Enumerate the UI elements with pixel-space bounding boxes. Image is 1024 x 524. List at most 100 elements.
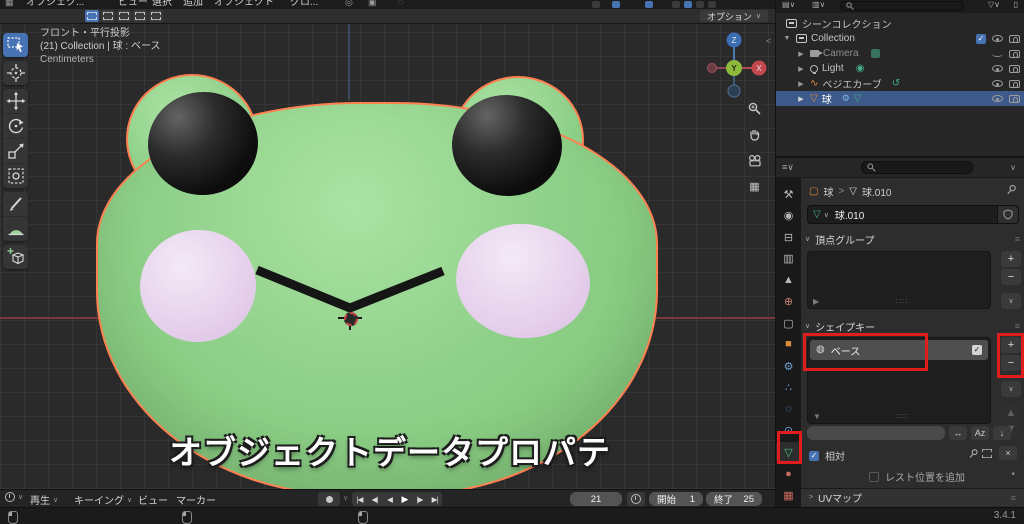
tab-collection[interactable]: ▢ bbox=[776, 313, 801, 333]
chevron-down-icon[interactable]: ∨ bbox=[343, 494, 348, 502]
shape-key-value-slider[interactable] bbox=[807, 426, 945, 440]
add-vertex-group-button[interactable]: + bbox=[1001, 251, 1021, 267]
render-visibility-icon[interactable] bbox=[1009, 50, 1020, 58]
shading-rendered-icon[interactable] bbox=[708, 1, 716, 8]
shading-wireframe-icon[interactable] bbox=[672, 1, 680, 8]
editor-type-icon[interactable]: ▤∨ bbox=[782, 0, 795, 9]
eye-visibility-icon[interactable] bbox=[992, 65, 1003, 72]
3d-viewport[interactable]: フロント・平行投影 (21) Collection | 球 : ベース Cent… bbox=[0, 24, 775, 489]
relative-checkbox[interactable]: ✓ bbox=[809, 451, 819, 461]
snap-magnet-icon[interactable]: ▣ bbox=[368, 0, 377, 8]
collection-checkbox[interactable]: ✓ bbox=[976, 34, 986, 44]
outliner-row-light[interactable]: ▶ Light ◉ bbox=[776, 61, 1024, 76]
tool-annotate[interactable] bbox=[3, 192, 28, 217]
tab-physics[interactable]: ◌ bbox=[776, 399, 801, 419]
gizmo-minus-z-axis[interactable] bbox=[728, 85, 740, 97]
outliner-search-input[interactable] bbox=[840, 1, 964, 11]
filter-expand-icon[interactable]: ▶ bbox=[813, 297, 819, 306]
outliner-row-sphere[interactable]: ▶ ▽ 球 ⚙ ▽ bbox=[776, 91, 1024, 106]
editor-type-icon[interactable]: ▦ bbox=[5, 0, 14, 8]
prev-keyframe-button[interactable]: ◀| bbox=[367, 495, 382, 504]
eye-visibility-icon[interactable] bbox=[992, 35, 1003, 42]
shape-key-specials-button[interactable]: ∨ bbox=[1001, 381, 1021, 397]
show-overlays-icon[interactable] bbox=[645, 1, 653, 8]
blend-range-button[interactable]: ↔ bbox=[949, 426, 967, 440]
vertex-groups-panel-header[interactable]: ∨ 頂点グループ ≡ bbox=[805, 232, 1021, 246]
breadcrumb-data[interactable]: 球.010 bbox=[862, 184, 891, 199]
render-visibility-icon[interactable] bbox=[1009, 65, 1020, 73]
filter-icon[interactable]: ▽∨ bbox=[988, 0, 1000, 9]
tool-move[interactable] bbox=[3, 89, 28, 114]
tab-particles[interactable]: ∴ bbox=[776, 377, 801, 397]
collapse-region-icon[interactable]: < bbox=[766, 36, 771, 46]
mode-select[interactable]: オブジェク... bbox=[26, 0, 84, 9]
display-mode-icon[interactable]: ▥∨ bbox=[812, 0, 825, 9]
resize-grip-icon[interactable]: ∷∷ bbox=[897, 412, 909, 421]
menu-object[interactable]: オブジェクト bbox=[214, 0, 274, 9]
current-frame-field[interactable]: 21 bbox=[570, 492, 622, 506]
jump-to-end-button[interactable]: ▶| bbox=[427, 495, 442, 504]
tool-scale[interactable] bbox=[3, 139, 28, 164]
menu-add[interactable]: 追加 bbox=[183, 0, 203, 9]
tool-transform[interactable] bbox=[3, 164, 28, 188]
outliner-row-bezier-curve[interactable]: ▶ ∿ ベジエカーブ ↺ bbox=[776, 76, 1024, 91]
zoom-button[interactable] bbox=[744, 98, 765, 119]
proportional-edit-icon[interactable]: ◌ bbox=[398, 0, 403, 7]
outliner-row-camera[interactable]: ▶ Camera bbox=[776, 46, 1024, 61]
shape-keys-panel-header[interactable]: ∨ シェイプキー ≡ bbox=[805, 319, 1021, 333]
panel-grip-icon[interactable]: ≡ bbox=[1011, 493, 1017, 503]
select-mode-extend[interactable] bbox=[101, 10, 115, 22]
menu-marker[interactable]: マーカー bbox=[176, 492, 216, 507]
vertex-group-mask-icon[interactable] bbox=[982, 449, 992, 458]
play-button[interactable]: ▶ bbox=[397, 494, 412, 505]
tab-material[interactable]: ● bbox=[776, 464, 801, 484]
tool-select-box[interactable] bbox=[3, 33, 28, 57]
expand-arrow-icon[interactable]: ▼ bbox=[782, 35, 792, 42]
tool-add-cube[interactable] bbox=[3, 245, 28, 269]
expand-arrow-icon[interactable]: ▶ bbox=[796, 50, 806, 58]
navigation-gizmo[interactable]: Z X Y bbox=[704, 28, 768, 98]
clear-shape-keys-button[interactable]: × bbox=[999, 446, 1017, 460]
panel-grip-icon[interactable]: ≡ bbox=[1015, 321, 1021, 331]
resize-grip-icon[interactable]: ∷∷ bbox=[896, 297, 908, 306]
move-shape-key-up-button[interactable]: ▲ bbox=[1001, 405, 1021, 421]
decorator-dot-icon[interactable]: • bbox=[1011, 469, 1015, 480]
jump-to-start-button[interactable]: |◀ bbox=[352, 495, 367, 504]
breadcrumb-object[interactable]: 球 bbox=[823, 184, 833, 199]
properties-search-input[interactable] bbox=[861, 161, 973, 174]
sort-alphabetical-button[interactable]: Az bbox=[971, 426, 989, 440]
eye-closed-icon[interactable] bbox=[992, 51, 1003, 57]
next-keyframe-button[interactable]: |▶ bbox=[412, 495, 427, 504]
tab-modifiers[interactable]: ⚙ bbox=[776, 356, 801, 376]
timeline-editor-type[interactable]: ∨ bbox=[5, 492, 23, 502]
select-mode-invert[interactable] bbox=[133, 10, 147, 22]
select-mode-subtract[interactable] bbox=[117, 10, 131, 22]
panel-grip-icon[interactable]: ≡ bbox=[1015, 234, 1021, 244]
tab-world[interactable]: ⊕ bbox=[776, 291, 801, 311]
play-reverse-button[interactable]: ◀ bbox=[382, 495, 397, 504]
shading-material-icon[interactable] bbox=[696, 1, 704, 8]
tab-render[interactable]: ◉ bbox=[776, 205, 801, 225]
select-mode-intersect[interactable] bbox=[149, 10, 163, 22]
tool-cursor[interactable] bbox=[3, 61, 28, 85]
tab-tool[interactable]: ⚒ bbox=[776, 184, 801, 204]
frame-end-field[interactable]: 終了 25 bbox=[706, 492, 762, 506]
auto-keyframe-button[interactable] bbox=[318, 492, 340, 506]
pan-button[interactable] bbox=[744, 124, 765, 145]
render-visibility-icon[interactable] bbox=[1009, 35, 1020, 43]
use-preview-range-button[interactable] bbox=[627, 492, 645, 506]
outliner-row-scene-collection[interactable]: シーンコレクション bbox=[776, 16, 1024, 31]
filter-expand-icon[interactable]: ▼ bbox=[813, 412, 821, 421]
frame-start-field[interactable]: 開始 1 bbox=[649, 492, 703, 506]
options-dropdown[interactable]: オプション ∨ bbox=[700, 10, 768, 22]
data-name-field[interactable]: ▽ ∨ 球.010 bbox=[807, 205, 1019, 224]
vertex-group-specials-button[interactable]: ∨ bbox=[1001, 293, 1021, 309]
editor-type-icon[interactable]: ≡∨ bbox=[782, 162, 794, 173]
uv-maps-panel-header[interactable]: > UVマップ ≡ bbox=[801, 488, 1024, 506]
filter-dropdown-icon[interactable]: ∨ bbox=[1010, 163, 1016, 172]
outliner-row-collection[interactable]: ▼ Collection ✓ bbox=[776, 31, 1024, 46]
menu-keying[interactable]: キーイング∨ bbox=[74, 492, 132, 507]
render-visibility-icon[interactable] bbox=[1009, 95, 1020, 103]
new-collection-icon[interactable]: ▯ bbox=[1014, 0, 1018, 9]
fake-user-button[interactable] bbox=[997, 206, 1018, 223]
